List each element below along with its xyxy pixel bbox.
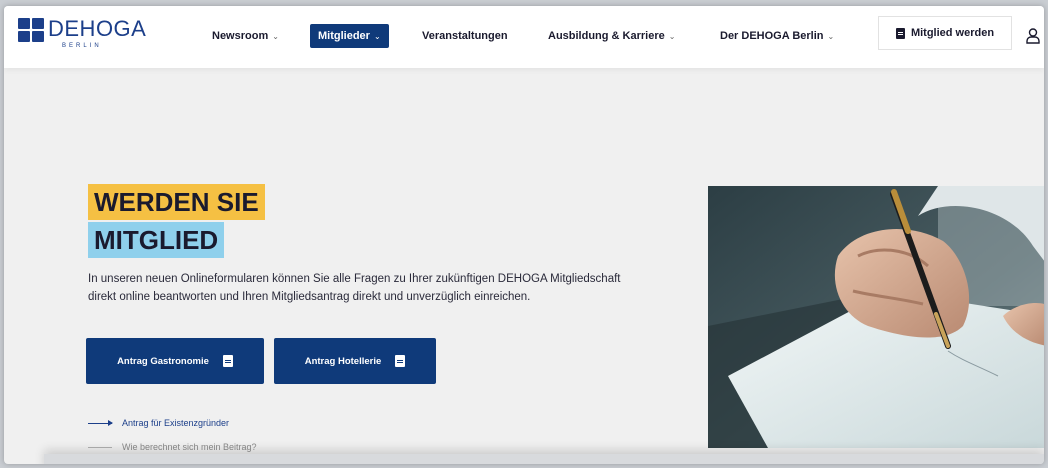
logo-mark-icon: [18, 18, 44, 42]
mitglied-werden-button[interactable]: Mitglied werden: [878, 16, 1012, 50]
chevron-down-icon: ⌄: [827, 31, 835, 41]
dash-icon: [88, 446, 112, 448]
nav-label: Der DEHOGA Berlin: [720, 30, 824, 42]
arrow-right-icon: [88, 419, 113, 426]
existenzgruender-link[interactable]: Antrag für Existenzgründer: [88, 418, 229, 428]
document-icon: [222, 355, 233, 367]
user-icon[interactable]: [1026, 28, 1040, 44]
chevron-down-icon: ⌄: [272, 31, 279, 41]
button-label: Antrag Gastronomie: [117, 355, 209, 367]
nav-label: Ausbildung & Karriere: [548, 30, 665, 42]
hero-title-line1: WERDEN SIE: [88, 184, 265, 220]
chevron-down-icon: ⌄: [373, 31, 381, 41]
logo-subtext: BERLIN: [62, 43, 102, 49]
nav-label: Mitglieder: [318, 30, 370, 42]
dehoga-logo[interactable]: DEHOGA BERLIN: [18, 18, 146, 52]
antrag-hotellerie-button[interactable]: Antrag Hotellerie: [274, 338, 436, 384]
nav-item-mitglieder[interactable]: Mitglieder ⌄: [310, 24, 389, 48]
antrag-gastronomie-button[interactable]: Antrag Gastronomie: [86, 338, 264, 384]
nav-item-der-dehoga-berlin[interactable]: Der DEHOGA Berlin ⌄: [720, 24, 834, 48]
hero-photo-writing-hand: [708, 186, 1044, 448]
document-icon: [395, 355, 406, 367]
link-label: Wie berechnet sich mein Beitrag?: [122, 442, 257, 452]
site-header: DEHOGA BERLIN Newsroom ⌄ Mitglieder ⌄ Vera…: [4, 6, 1044, 68]
button-label: Mitglied werden: [910, 27, 995, 39]
link-label: Antrag für Existenzgründer: [122, 418, 230, 428]
button-label: Antrag Hotellerie: [304, 355, 382, 367]
nav-label: Newsroom: [212, 30, 269, 42]
overlay-panel-edge: [44, 454, 1044, 464]
beitrag-link[interactable]: Wie berechnet sich mein Beitrag?: [88, 442, 257, 452]
chevron-down-icon: ⌄: [668, 31, 676, 41]
hero-title-line2: MITGLIED: [88, 222, 225, 258]
nav-label: Veranstaltungen: [422, 30, 508, 42]
nav-item-veranstaltungen[interactable]: Veranstaltungen: [422, 24, 508, 48]
document-icon: [895, 27, 905, 39]
logo-text: DEHOGA: [48, 16, 147, 41]
page-frame: DEHOGA BERLIN Newsroom ⌄ Mitglieder ⌄ Vera…: [4, 6, 1044, 464]
nav-item-ausbildung[interactable]: Ausbildung & Karriere ⌄: [548, 24, 675, 48]
nav-item-newsroom[interactable]: Newsroom ⌄: [212, 24, 279, 48]
hero-intro-text: In unseren neuen Onlineformularen können…: [88, 273, 621, 303]
